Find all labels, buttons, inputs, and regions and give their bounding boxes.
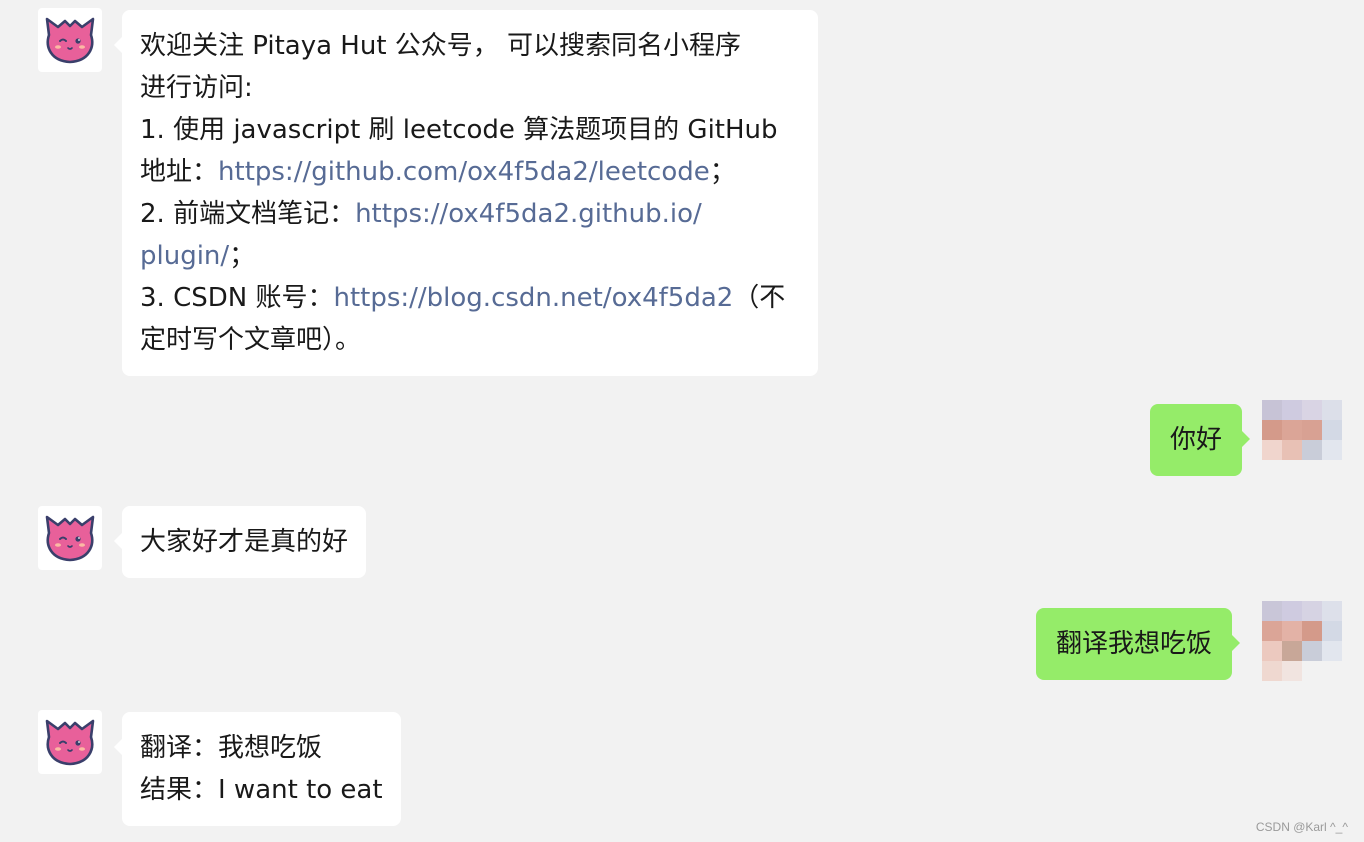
message-line: plugin/；	[140, 241, 256, 271]
bot-avatar[interactable]	[38, 506, 102, 570]
docs-link-continued[interactable]: plugin/	[140, 241, 229, 271]
message-bubble-user[interactable]: 你好	[1150, 404, 1251, 476]
message-line: 地址：https://github.com/ox4f5da2/leetcode；	[140, 157, 736, 187]
message-line: 欢迎关注 Pitaya Hut 公众号， 可以搜索同名小程序	[140, 31, 742, 61]
csdn-blog-link[interactable]: https://blog.csdn.net/ox4f5da2	[333, 283, 733, 313]
pitaya-mascot-icon	[43, 13, 97, 67]
message-line: 翻译：我想吃饭	[140, 733, 323, 763]
message-text: 你好	[1170, 425, 1223, 455]
message-bubble-user[interactable]: 翻译我想吃饭	[1036, 608, 1241, 680]
message-text: 大家好才是真的好	[140, 527, 349, 557]
github-repo-link[interactable]: https://github.com/ox4f5da2/leetcode	[218, 157, 710, 187]
bot-avatar[interactable]	[38, 8, 102, 72]
watermark: CSDN @Karl ^_^	[1255, 820, 1348, 834]
docs-link[interactable]: https://ox4f5da2.github.io/	[355, 199, 702, 229]
user-avatar[interactable]	[1262, 601, 1342, 681]
message-text: 翻译我想吃饭	[1056, 629, 1213, 659]
user-avatar[interactable]	[1262, 400, 1342, 480]
message-line: 3. CSDN 账号：https://blog.csdn.net/ox4f5da…	[140, 283, 786, 313]
pitaya-mascot-icon	[43, 715, 97, 769]
message-line: 进行访问:	[140, 73, 253, 103]
pitaya-mascot-icon	[43, 511, 97, 565]
message-bubble-bot[interactable]: 大家好才是真的好	[113, 506, 367, 578]
message-bubble-bot[interactable]: 翻译：我想吃饭 结果：I want to eat	[114, 712, 401, 826]
message-bubble-bot[interactable]: 欢迎关注 Pitaya Hut 公众号， 可以搜索同名小程序 进行访问: 1. …	[114, 10, 818, 376]
message-line: 1. 使用 javascript 刷 leetcode 算法题项目的 GitHu…	[140, 115, 778, 145]
bot-avatar[interactable]	[38, 710, 102, 774]
message-line: 结果：I want to eat	[140, 775, 383, 805]
message-line: 2. 前端文档笔记：https://ox4f5da2.github.io/	[140, 199, 702, 229]
message-line: 定时写个文章吧）。	[140, 325, 362, 355]
